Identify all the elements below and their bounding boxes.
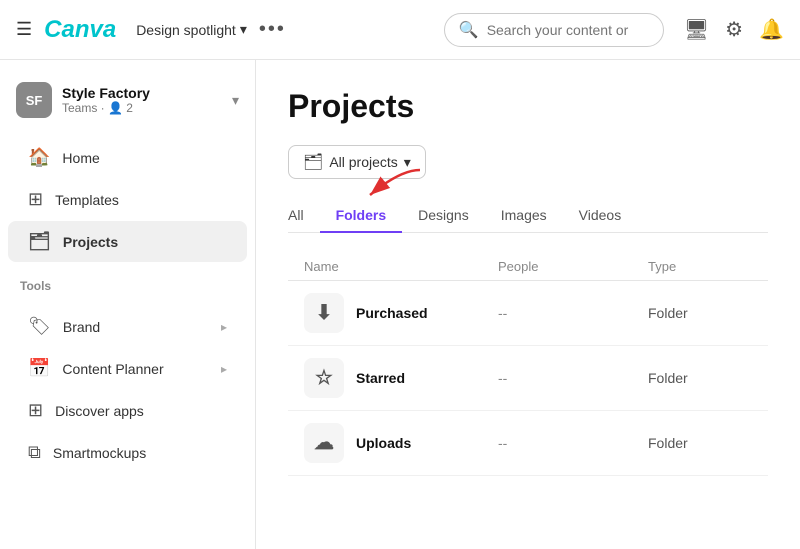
sidebar-item-templates[interactable]: ⊞ Templates: [8, 179, 247, 220]
profile-switcher[interactable]: SF Style Factory Teams · 👤 2 ▾: [0, 72, 255, 128]
monitor-icon[interactable]: 🖥: [684, 17, 709, 42]
sidebar-item-label: Smartmockups: [53, 445, 146, 461]
tab-all[interactable]: All: [288, 199, 320, 233]
sidebar-item-label: Home: [62, 150, 99, 166]
home-icon: 🏠: [28, 147, 50, 168]
table-row[interactable]: ☆ Starred -- Folder: [288, 346, 768, 411]
profile-chevron-icon: ▾: [232, 92, 239, 109]
tab-designs[interactable]: Designs: [402, 199, 485, 233]
row-name: Purchased: [356, 305, 428, 321]
row-name: Uploads: [356, 435, 411, 451]
page-layout: SF Style Factory Teams · 👤 2 ▾ 🏠 Home ⊞ …: [0, 60, 800, 549]
tab-folders[interactable]: Folders: [320, 199, 403, 233]
tools-section-label: Tools: [0, 271, 255, 297]
sidebar-item-label: Projects: [63, 234, 118, 250]
folder-filter-icon: 🗂: [303, 152, 323, 172]
sidebar-item-smartmockups[interactable]: ⧉ Smartmockups: [8, 432, 247, 473]
filter-label: All projects: [329, 154, 397, 170]
settings-icon[interactable]: ⚙: [725, 17, 743, 42]
page-title: Projects: [288, 88, 768, 125]
top-navigation: ☰ Canva Design spotlight ▾ ••• 🔍 🖥 ⚙ 🔔: [0, 0, 800, 60]
tab-images[interactable]: Images: [485, 199, 563, 233]
search-input[interactable]: [487, 22, 649, 38]
row-name-cell: ⬇ Purchased: [304, 293, 498, 333]
brand-icon: 🏷: [28, 316, 51, 337]
content-planner-icon: 📅: [28, 358, 50, 379]
tab-videos[interactable]: Videos: [563, 199, 638, 233]
bell-icon[interactable]: 🔔: [759, 17, 784, 42]
starred-icon: ☆: [304, 358, 344, 398]
col-header-people: People: [498, 259, 648, 274]
table-row[interactable]: ☁ Uploads -- Folder: [288, 411, 768, 476]
row-type: Folder: [648, 370, 768, 386]
logo[interactable]: Canva: [44, 16, 116, 44]
avatar: SF: [16, 82, 52, 118]
templates-icon: ⊞: [28, 189, 43, 210]
table-row[interactable]: ⬇ Purchased -- Folder: [288, 281, 768, 346]
chevron-down-icon: ▾: [240, 21, 247, 38]
hamburger-icon[interactable]: ☰: [16, 19, 32, 40]
col-header-type: Type: [648, 259, 768, 274]
tools-nav: 🏷 Brand ▸ 📅 Content Planner ▸ ⊞ Discover…: [0, 297, 255, 482]
sidebar-item-label: Content Planner: [62, 361, 163, 377]
purchased-icon: ⬇: [304, 293, 344, 333]
brand-arrow-icon: ▸: [221, 320, 227, 334]
profile-name: Style Factory: [62, 85, 222, 101]
sidebar-item-content-planner[interactable]: 📅 Content Planner ▸: [8, 348, 247, 389]
design-spotlight-label: Design spotlight: [136, 22, 236, 38]
uploads-icon: ☁: [304, 423, 344, 463]
sidebar-item-projects[interactable]: 🗂 Projects: [8, 221, 247, 262]
table-header: Name People Type: [288, 253, 768, 281]
smartmockups-icon: ⧉: [28, 442, 41, 463]
profile-info: Style Factory Teams · 👤 2: [62, 85, 222, 115]
more-options-button[interactable]: •••: [259, 18, 286, 41]
sidebar: SF Style Factory Teams · 👤 2 ▾ 🏠 Home ⊞ …: [0, 60, 256, 549]
row-people: --: [498, 370, 648, 386]
discover-apps-icon: ⊞: [28, 400, 43, 421]
sidebar-item-label: Discover apps: [55, 403, 144, 419]
search-icon: 🔍: [459, 20, 479, 40]
row-people: --: [498, 305, 648, 321]
sidebar-nav: 🏠 Home ⊞ Templates 🗂 Projects: [0, 128, 255, 271]
all-projects-filter-button[interactable]: 🗂 All projects ▾: [288, 145, 426, 179]
sidebar-item-label: Brand: [63, 319, 100, 335]
search-bar[interactable]: 🔍: [444, 13, 664, 47]
row-name-cell: ☁ Uploads: [304, 423, 498, 463]
sidebar-item-home[interactable]: 🏠 Home: [8, 137, 247, 178]
row-type: Folder: [648, 435, 768, 451]
sidebar-item-label: Templates: [55, 192, 119, 208]
col-header-name: Name: [304, 259, 498, 274]
sidebar-item-brand[interactable]: 🏷 Brand ▸: [8, 306, 247, 347]
design-spotlight-menu[interactable]: Design spotlight ▾: [136, 21, 247, 38]
tabs-bar: All Folders Designs Images Videos: [288, 199, 768, 233]
row-name: Starred: [356, 370, 405, 386]
main-content: Projects 🗂 All projects ▾ All Folders: [256, 60, 800, 549]
row-name-cell: ☆ Starred: [304, 358, 498, 398]
projects-filter: 🗂 All projects ▾: [288, 145, 768, 179]
row-people: --: [498, 435, 648, 451]
filter-chevron-icon: ▾: [404, 154, 411, 171]
nav-icons: 🖥 ⚙ 🔔: [684, 17, 784, 42]
content-planner-arrow-icon: ▸: [221, 362, 227, 376]
profile-sub: Teams · 👤 2: [62, 101, 222, 115]
projects-icon: 🗂: [28, 231, 51, 252]
sidebar-item-discover-apps[interactable]: ⊞ Discover apps: [8, 390, 247, 431]
row-type: Folder: [648, 305, 768, 321]
